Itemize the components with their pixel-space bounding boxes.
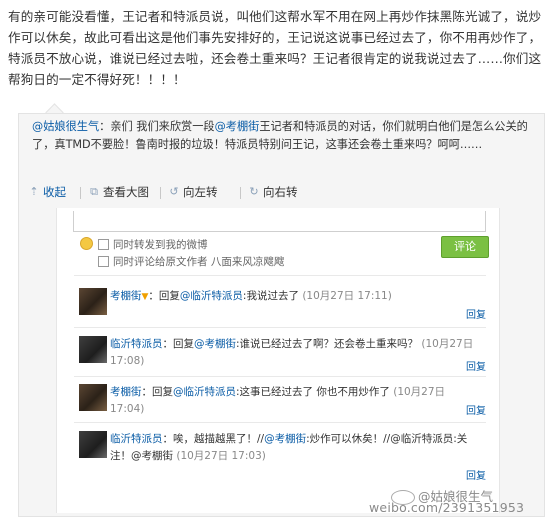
- mention-link[interactable]: @临沂特派员: [180, 290, 243, 302]
- mention-link[interactable]: @考棚街: [264, 433, 306, 445]
- comment-text: 考棚街：回复@临沂特派员:这事已经过去了 你也不用炒作了 (10月27日 17:…: [110, 386, 446, 415]
- rotate-right-icon: ↻: [249, 185, 259, 198]
- reply-link[interactable]: 回复: [466, 402, 486, 417]
- comment-text: 临沂特派员：唉，越描越黑了！//@考棚街:炒作可以休矣！//@临沂特派员:关注！…: [110, 433, 468, 462]
- comment-item: 临沂特派员：唉，越描越黑了！//@考棚街:炒作可以休矣！//@临沂特派员:关注！…: [74, 431, 486, 482]
- reply-link[interactable]: 回复: [466, 306, 486, 321]
- comment-time: (10月27日 17:11): [302, 290, 392, 302]
- comment-item: 考棚街▼：回复@临沂特派员:我说过去了 (10月27日 17:11) 回复: [74, 288, 486, 328]
- reply-link[interactable]: 回复: [466, 467, 486, 482]
- reply-link[interactable]: 回复: [466, 358, 486, 373]
- view-large-icon: ⧉: [90, 185, 98, 198]
- collapse-button[interactable]: ⇡ 收起: [28, 184, 66, 200]
- emoji-icon[interactable]: [80, 237, 93, 250]
- avatar[interactable]: [79, 431, 107, 458]
- comment-item: 考棚街：回复@临沂特派员:这事已经过去了 你也不用炒作了 (10月27日 17:…: [74, 384, 486, 424]
- commenter-name[interactable]: 考棚街: [110, 386, 142, 398]
- avatar[interactable]: [79, 336, 107, 363]
- commenter-name[interactable]: 临沂特派员: [110, 433, 163, 445]
- repost-mention-link[interactable]: @考棚街: [215, 120, 260, 133]
- avatar[interactable]: [79, 384, 107, 411]
- rotate-left-icon: ↺: [169, 185, 179, 198]
- collapse-arrow-icon: ⇡: [29, 185, 39, 198]
- toolbar-divider: [160, 187, 161, 199]
- comment-button[interactable]: 评论: [441, 236, 489, 258]
- repost-author-link[interactable]: @姑娘很生气: [32, 120, 99, 133]
- image-toolbar: ⇡ 收起 ⧉ 查看大图 ↺ 向左转 ↻ 向右转: [20, 184, 540, 204]
- rotate-left-button[interactable]: ↺ 向左转: [168, 184, 217, 200]
- commenter-name[interactable]: 临沂特派员: [110, 338, 163, 350]
- toolbar-divider: [240, 187, 241, 199]
- comment-text: 考棚街▼：回复@临沂特派员:我说过去了 (10月27日 17:11): [110, 290, 392, 302]
- view-large-button[interactable]: ⧉ 查看大图: [88, 184, 149, 200]
- rotate-right-button[interactable]: ↻ 向右转: [248, 184, 297, 200]
- comment-text: 临沂特派员：回复@考棚街:谁说已经过去了啊？还会卷土重来吗？ (10月27日 1…: [110, 338, 474, 367]
- toolbar-divider: [80, 187, 81, 199]
- repost-text: @姑娘很生气：亲们 我们来欣赏一段@考棚街王记者和特派员的对话，你们就明白他们是…: [32, 118, 532, 154]
- post-body-text: 有的亲可能没看懂，王记者和特派员说，叫他们这帮水军不用在网上再炒作抹黑陈光诚了，…: [8, 9, 542, 87]
- mention-link[interactable]: @考棚街: [194, 338, 236, 350]
- comment-divider: [74, 275, 486, 276]
- comment-divider: [74, 376, 486, 377]
- comment-time: (10月27日 17:03): [176, 450, 266, 462]
- comment-item: 临沂特派员：回复@考棚街:谁说已经过去了啊？还会卷土重来吗？ (10月27日 1…: [74, 336, 486, 376]
- commenter-name[interactable]: 考棚街: [110, 290, 142, 302]
- repost-text-lead: ：亲们 我们来欣赏一段: [99, 120, 215, 133]
- comment-divider: [74, 327, 486, 328]
- comment-input[interactable]: [73, 211, 486, 232]
- checkbox-icon: [98, 256, 109, 267]
- mention-link[interactable]: @临沂特派员: [173, 386, 236, 398]
- watermark-url: weibo.com/2391351953: [369, 500, 525, 515]
- avatar[interactable]: [79, 288, 107, 315]
- forward-to-weibo-checkbox[interactable]: 同时转发到我的微博: [98, 237, 208, 252]
- comment-to-author-checkbox[interactable]: 同时评论给原文作者 八面来风凉飕飕: [98, 254, 284, 269]
- checkbox-icon: [98, 239, 109, 250]
- comment-divider: [74, 422, 486, 423]
